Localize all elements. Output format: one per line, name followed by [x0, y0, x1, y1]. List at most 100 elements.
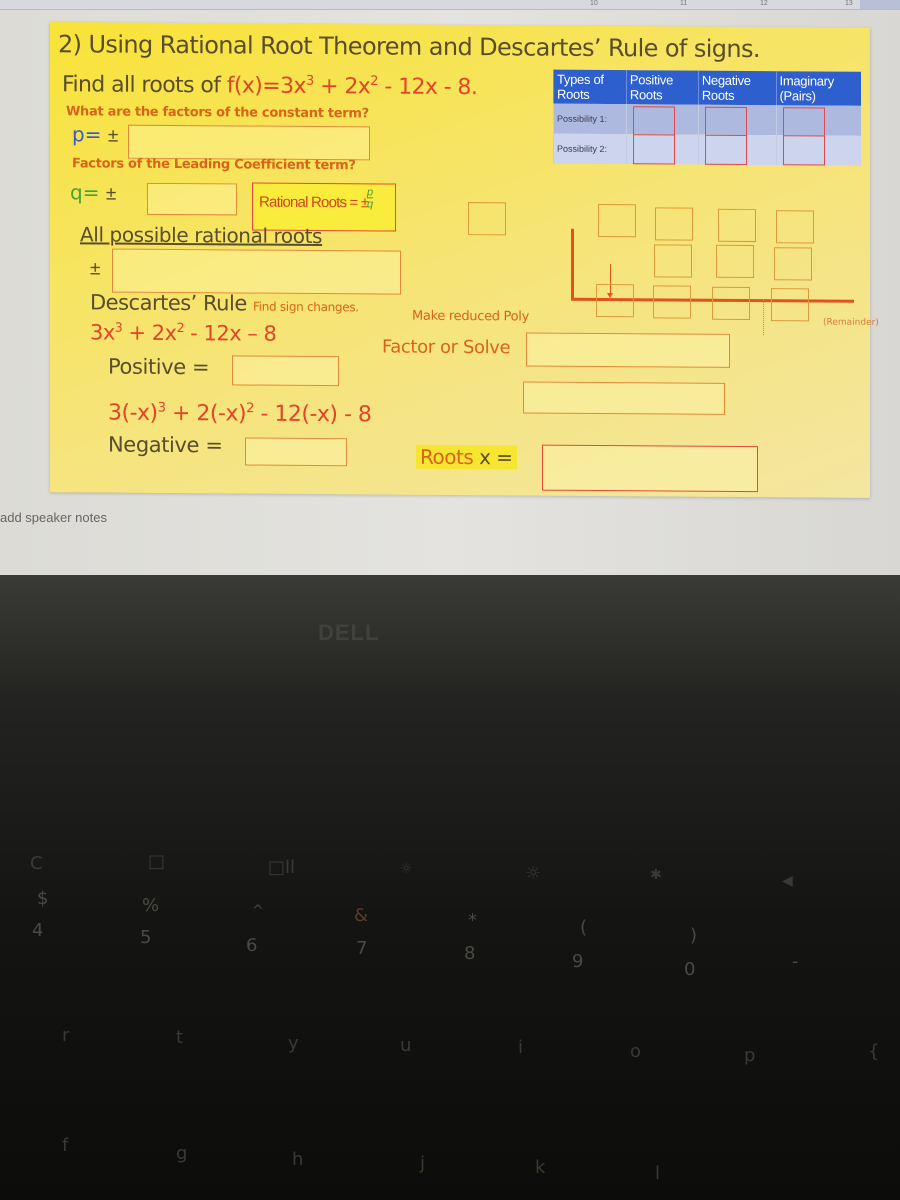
factor-or-solve-input[interactable]: [526, 332, 730, 368]
factor-or-solve-input-2[interactable]: [523, 381, 725, 415]
key-letter: f: [62, 1135, 69, 1156]
header-positive-roots: Positive Roots: [626, 70, 699, 105]
positive-roots-input-1[interactable]: [632, 106, 675, 138]
key-symbol: &: [354, 905, 369, 926]
key-number: 5: [140, 927, 152, 948]
imaginary-cell: [776, 105, 861, 139]
polynomial-negative: 3(-x)3 + 2(-x)2 - 12(-x) - 8: [108, 400, 372, 428]
result-input-2[interactable]: [653, 285, 691, 319]
division-bracket-vertical: [571, 228, 574, 300]
key-brightness-up: ☼: [525, 863, 542, 884]
negative-cell: [698, 134, 777, 166]
positive-cell: [626, 104, 699, 138]
rational-roots-label: Rational Roots = ±: [259, 193, 369, 212]
possibility-label: Possibility 1:: [553, 103, 627, 135]
all-roots-input[interactable]: [112, 248, 401, 295]
all-rational-roots-label: All possible rational roots: [80, 222, 323, 249]
key-letter: k: [535, 1157, 546, 1178]
key-mute: ✱: [650, 867, 662, 883]
negative-count-input[interactable]: [245, 437, 347, 467]
make-reduced-poly-label: Make reduced Poly: [412, 308, 529, 325]
key-refresh: C: [30, 853, 43, 874]
key-number: 6: [246, 935, 258, 956]
key-symbol: *: [468, 910, 477, 931]
key-letter: p: [744, 1045, 756, 1066]
key-letter: y: [288, 1033, 299, 1054]
divisor-input[interactable]: [468, 202, 506, 236]
key-number: 0: [684, 959, 696, 980]
q-label: q= ±: [70, 180, 117, 205]
key-symbol: (: [580, 917, 588, 938]
key-letter: t: [176, 1027, 184, 1048]
leading-coefficient-question: Factors of the Leading Coefficient term?: [72, 156, 356, 174]
product-input-2[interactable]: [654, 244, 692, 278]
roots-input[interactable]: [542, 444, 758, 493]
q-factors-input[interactable]: [147, 182, 237, 216]
possibility-label: Possibility 2:: [553, 133, 627, 165]
plus-minus-sign: ±: [90, 258, 101, 280]
ruler-tick: 12: [760, 0, 768, 7]
product-input-4[interactable]: [774, 247, 812, 281]
key-letter: h: [292, 1149, 304, 1170]
positive-count-input[interactable]: [232, 355, 339, 387]
table-row: Possibility 1:: [553, 103, 861, 139]
positive-label: Positive =: [108, 354, 210, 380]
key-symbol: $: [37, 888, 49, 909]
result-input-1[interactable]: [596, 283, 634, 318]
speaker-notes-field[interactable]: add speaker notes: [0, 510, 107, 525]
imaginary-cell: [776, 135, 861, 166]
descartes-roots-table: Types of Roots Positive Roots Negative R…: [553, 69, 861, 166]
key-overview: □ll: [268, 857, 296, 878]
find-sign-changes-hint: Find sign changes.: [252, 299, 359, 315]
positive-roots-input-2[interactable]: [632, 134, 675, 165]
factor-or-solve-label: Factor or Solve: [382, 336, 511, 359]
positive-cell: [626, 134, 699, 165]
coefficient-input-3[interactable]: [718, 208, 756, 243]
ruler-end: [860, 0, 900, 9]
constant-term-question: What are the factors of the constant ter…: [66, 104, 369, 122]
key-number: 9: [572, 951, 584, 972]
p-label: p= ±: [72, 122, 119, 147]
key-letter: i: [518, 1037, 524, 1058]
brand-logo: DELL: [318, 620, 380, 645]
key-brightness-down: ☼: [400, 861, 413, 877]
key-letter: o: [630, 1041, 642, 1062]
key-letter: {: [868, 1041, 880, 1062]
slide-title: 2) Using Rational Root Theorem and Desca…: [58, 30, 760, 64]
key-letter: g: [176, 1143, 188, 1164]
ruler-tick: 11: [680, 0, 688, 7]
key-letter: r: [62, 1025, 70, 1046]
descartes-rule-label: Descartes’ Rule Find sign changes.: [90, 290, 359, 316]
result-input-3[interactable]: [712, 286, 750, 321]
key-volume: ◀: [782, 873, 793, 889]
negative-label: Negative =: [108, 432, 223, 458]
key-symbol: ^: [252, 903, 264, 919]
find-prefix: Find all roots of: [62, 72, 227, 99]
ruler-tick: 10: [590, 0, 598, 7]
coefficient-input-4[interactable]: [776, 210, 814, 244]
coefficient-input-1[interactable]: [598, 203, 636, 238]
key-fullscreen: □: [148, 851, 166, 872]
key-number: 7: [356, 938, 368, 959]
imaginary-roots-input-2[interactable]: [782, 135, 825, 166]
table-row: Possibility 2:: [553, 133, 861, 166]
p-over-q-fraction: pq: [367, 186, 374, 211]
key-symbol: %: [142, 895, 160, 916]
remainder-input[interactable]: [771, 288, 809, 322]
key-number: -: [792, 951, 799, 972]
function-expression: f(x)=3x3 + 2x2 - 12x - 8.: [226, 73, 478, 101]
header-imaginary-pairs: Imaginary (Pairs): [776, 71, 861, 106]
coefficient-input-2[interactable]: [655, 207, 693, 241]
remainder-label: (Remainder): [823, 317, 879, 328]
negative-roots-input-2[interactable]: [704, 134, 747, 166]
slide-canvas[interactable]: 2) Using Rational Root Theorem and Desca…: [50, 22, 879, 498]
key-letter: u: [400, 1035, 412, 1056]
remainder-divider: [763, 299, 764, 336]
negative-roots-input-1[interactable]: [704, 106, 747, 139]
imaginary-roots-input-1[interactable]: [782, 107, 825, 139]
key-letter: l: [655, 1163, 661, 1184]
header-negative-roots: Negative Roots: [698, 70, 777, 106]
ruler: 10 11 12 13: [0, 0, 900, 10]
product-input-3[interactable]: [716, 244, 754, 279]
p-factors-input[interactable]: [128, 124, 370, 161]
